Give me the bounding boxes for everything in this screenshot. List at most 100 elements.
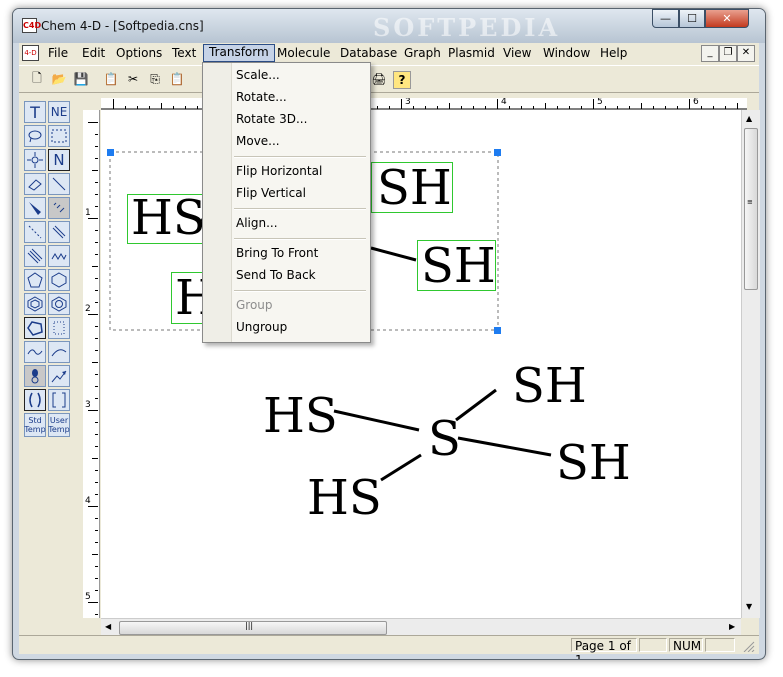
atom-label[interactable]: HS xyxy=(307,472,382,524)
menu-item-send-to-back[interactable]: Send To Back xyxy=(236,266,316,284)
menu-item-rotate[interactable]: Rotate... xyxy=(236,88,287,106)
atom-label[interactable]: SH xyxy=(556,437,631,489)
square-bracket-icon xyxy=(52,392,66,408)
eraser-tool[interactable] xyxy=(24,173,46,195)
hexagon-ring-tool[interactable] xyxy=(48,269,70,291)
cut-button[interactable]: ✂ xyxy=(123,69,143,89)
selection-handle[interactable] xyxy=(107,149,114,156)
arc-tool[interactable] xyxy=(24,341,46,363)
lasso-tool[interactable] xyxy=(24,125,46,147)
atom-label[interactable]: SH xyxy=(512,360,587,412)
menu-item-move[interactable]: Move... xyxy=(236,132,280,150)
arrow-tool[interactable] xyxy=(48,365,70,387)
ne-tool[interactable]: NE xyxy=(48,101,70,123)
menu-transform[interactable]: Transform xyxy=(203,44,275,62)
chain-tool[interactable] xyxy=(48,245,70,267)
menu-text[interactable]: Text xyxy=(167,45,201,61)
square-bracket-tool[interactable] xyxy=(48,389,70,411)
paste-button[interactable]: 📋 xyxy=(167,69,187,89)
dashed-bond-tool[interactable] xyxy=(24,221,46,243)
pentagon-ring-tool[interactable] xyxy=(24,269,46,291)
menu-window[interactable]: Window xyxy=(538,45,595,61)
help-button[interactable]: ? xyxy=(393,71,411,89)
vertical-ruler: 1 2 3 4 5 xyxy=(83,110,100,618)
atom-tool[interactable] xyxy=(24,149,46,171)
atom-label[interactable]: SH xyxy=(421,240,496,292)
hash-bond-icon xyxy=(53,202,65,213)
benzene-ring-tool[interactable] xyxy=(48,293,70,315)
selection-handle[interactable] xyxy=(494,327,501,334)
menu-view[interactable]: View xyxy=(498,45,536,61)
menu-help[interactable]: Help xyxy=(595,45,632,61)
wedge-bond-tool[interactable] xyxy=(24,197,46,219)
menu-separator xyxy=(234,208,366,210)
triple-bond-tool[interactable] xyxy=(24,245,46,267)
paste-special-button[interactable]: 📋 xyxy=(101,69,121,89)
menu-item-scale[interactable]: Scale... xyxy=(236,66,280,84)
menu-graph[interactable]: Graph xyxy=(399,45,446,61)
atom-label[interactable]: HS xyxy=(263,390,338,442)
marquee-tool[interactable] xyxy=(48,125,70,147)
menu-options[interactable]: Options xyxy=(111,45,167,61)
horizontal-scroll-thumb[interactable]: ||| xyxy=(119,621,387,635)
close-button[interactable]: ✕ xyxy=(705,9,749,28)
print-button[interactable]: 🖨 xyxy=(369,69,389,89)
curve-arrow-icon xyxy=(51,349,67,357)
menu-item-ungroup[interactable]: Ungroup xyxy=(236,318,287,336)
open-button[interactable]: 📂 xyxy=(49,69,69,89)
std-template-tool[interactable]: Std Temp xyxy=(24,413,46,437)
round-bracket-icon xyxy=(29,392,41,408)
vertical-scrollbar[interactable]: ▲ ≡ ▼ xyxy=(741,110,760,618)
hash-bond-tool[interactable] xyxy=(48,197,70,219)
new-file-button[interactable]: 🗋 xyxy=(27,69,47,89)
status-empty-cell xyxy=(705,638,735,652)
app-icon[interactable]: C4D xyxy=(22,18,41,33)
mdi-restore-button[interactable]: ❐ xyxy=(719,45,737,62)
curve-tool[interactable] xyxy=(48,341,70,363)
menu-item-align[interactable]: Align... xyxy=(236,214,278,232)
title-bar[interactable]: C4D Chem 4-D - [Softpedia.cns] SOFTPEDIA… xyxy=(13,9,765,43)
scroll-up-icon[interactable]: ▲ xyxy=(746,114,752,123)
cyclohexane-chair-tool[interactable] xyxy=(24,293,46,315)
selection-handle[interactable] xyxy=(494,149,501,156)
menu-item-rotate-3d[interactable]: Rotate 3D... xyxy=(236,110,307,128)
scroll-down-icon[interactable]: ▼ xyxy=(746,602,752,611)
single-bond-tool[interactable] xyxy=(48,173,70,195)
bracket-tool[interactable] xyxy=(48,317,70,339)
round-bracket-tool[interactable] xyxy=(24,389,46,411)
atom-label[interactable]: S xyxy=(428,413,461,465)
menu-item-flip-horizontal[interactable]: Flip Horizontal xyxy=(236,162,322,180)
menu-edit[interactable]: Edit xyxy=(77,45,110,61)
copy-button[interactable]: ⎘ xyxy=(145,69,165,89)
menu-file[interactable]: File xyxy=(43,45,73,61)
pentagon-icon xyxy=(27,272,43,288)
menu-item-bring-to-front[interactable]: Bring To Front xyxy=(236,244,318,262)
scroll-left-icon[interactable]: ◀ xyxy=(105,622,111,631)
atom-label[interactable]: SH xyxy=(377,162,452,214)
mdi-minimize-button[interactable]: _ xyxy=(701,45,719,62)
atom-label[interactable]: HS xyxy=(131,192,206,244)
h-ruler-label: 6 xyxy=(693,98,699,107)
orbital-tool[interactable] xyxy=(24,365,46,387)
text-tool[interactable]: T xyxy=(24,101,46,123)
menu-plasmid[interactable]: Plasmid xyxy=(443,45,500,61)
menu-item-flip-vertical[interactable]: Flip Vertical xyxy=(236,184,306,202)
save-button[interactable]: 💾 xyxy=(71,69,91,89)
n-tool[interactable]: N xyxy=(48,149,70,171)
user-template-tool[interactable]: User Temp xyxy=(48,413,70,437)
h-ruler-label: 5 xyxy=(597,98,603,107)
resize-grip-icon[interactable] xyxy=(741,640,755,653)
menu-molecule[interactable]: Molecule xyxy=(272,45,335,61)
mdi-close-button[interactable]: ✕ xyxy=(737,45,755,62)
menu-database[interactable]: Database xyxy=(335,45,402,61)
minimize-button[interactable]: — xyxy=(652,9,679,28)
vertical-scroll-thumb[interactable]: ≡ xyxy=(744,128,758,290)
maximize-button[interactable]: ☐ xyxy=(679,9,705,28)
cyclopentane-tool[interactable] xyxy=(24,317,46,339)
bond xyxy=(370,246,417,262)
document-icon[interactable]: 4-D xyxy=(22,45,39,61)
scroll-right-icon[interactable]: ▶ xyxy=(729,622,735,631)
drawing-canvas[interactable]: HS SH SH H HS SH S SH HS xyxy=(101,110,741,618)
cyclopentane-icon xyxy=(27,321,43,336)
double-bond-tool[interactable] xyxy=(48,221,70,243)
